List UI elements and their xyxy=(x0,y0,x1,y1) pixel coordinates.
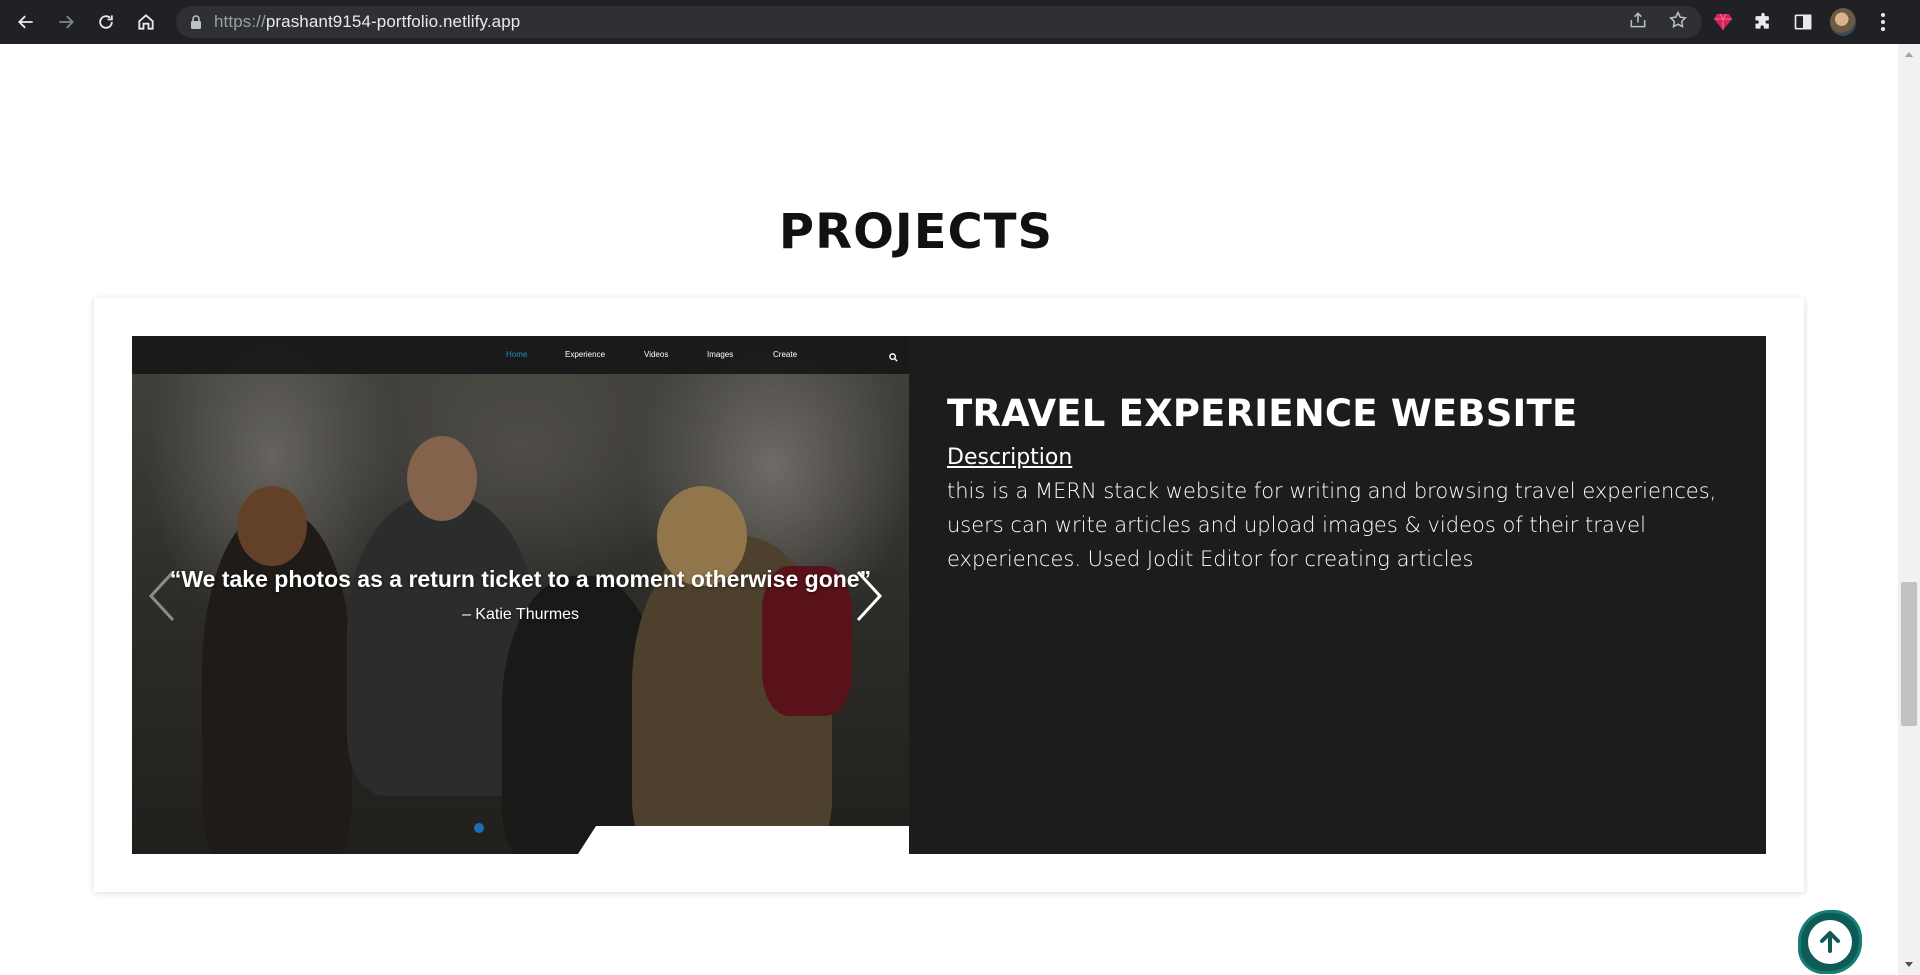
share-icon[interactable] xyxy=(1628,10,1648,35)
section-title: PROJECTS xyxy=(778,204,1054,260)
carousel-prev-icon xyxy=(142,566,182,626)
lock-icon[interactable] xyxy=(190,15,202,29)
carousel-indicators xyxy=(474,823,484,833)
ruby-extension-icon[interactable] xyxy=(1710,9,1736,35)
bookmark-star-icon[interactable] xyxy=(1668,10,1688,35)
preview-quote: “We take photos as a return ticket to a … xyxy=(169,566,872,592)
scroll-to-top-button[interactable] xyxy=(1798,910,1862,974)
preview-nav-videos: Videos xyxy=(644,350,669,359)
extensions-puzzle-icon[interactable] xyxy=(1750,9,1776,35)
scroll-down-icon[interactable] xyxy=(1905,962,1913,967)
page-viewport: PROJECTS Home Experience Videos Images C… xyxy=(0,44,1898,975)
carousel-next-icon xyxy=(849,566,889,626)
project-details: TRAVEL EXPERIENCE WEBSITE Description th… xyxy=(947,392,1727,576)
project-card: Home Experience Videos Images Create “We… xyxy=(94,298,1804,892)
kebab-menu-icon[interactable] xyxy=(1870,9,1896,35)
address-bar[interactable]: https://prashant9154-portfolio.netlify.a… xyxy=(176,6,1702,38)
preview-search-icon xyxy=(889,349,898,367)
scroll-up-icon[interactable] xyxy=(1905,52,1913,57)
preview-nav-experience: Experience xyxy=(565,350,606,359)
project-title: TRAVEL EXPERIENCE WEBSITE xyxy=(947,392,1578,435)
preview-nav-images: Images xyxy=(707,350,734,359)
scrollbar-thumb[interactable] xyxy=(1901,582,1917,726)
preview-navbar: Home Experience Videos Images Create xyxy=(132,336,909,374)
preview-quote-author: – Katie Thurmes xyxy=(461,606,580,623)
preview-nav-home: Home xyxy=(506,350,528,359)
arrow-up-icon xyxy=(1808,920,1852,964)
url-text: https://prashant9154-portfolio.netlify.a… xyxy=(214,12,521,31)
preview-nav-create: Create xyxy=(773,350,798,359)
project-preview-image[interactable]: Home Experience Videos Images Create “We… xyxy=(132,336,909,854)
page-scrollbar[interactable] xyxy=(1898,44,1920,975)
side-panel-icon[interactable] xyxy=(1790,9,1816,35)
description-label: Description xyxy=(947,445,1073,470)
back-icon[interactable] xyxy=(6,0,46,44)
home-icon[interactable] xyxy=(126,0,166,44)
forward-icon[interactable] xyxy=(46,0,86,44)
preview-bottom-shape xyxy=(578,826,909,854)
reload-icon[interactable] xyxy=(86,0,126,44)
browser-toolbar: https://prashant9154-portfolio.netlify.a… xyxy=(0,0,1920,44)
carousel-dot xyxy=(474,823,484,833)
project-description: this is a MERN stack website for writing… xyxy=(947,479,1717,571)
profile-avatar[interactable] xyxy=(1830,8,1856,36)
project-item: Home Experience Videos Images Create “We… xyxy=(132,336,1766,854)
